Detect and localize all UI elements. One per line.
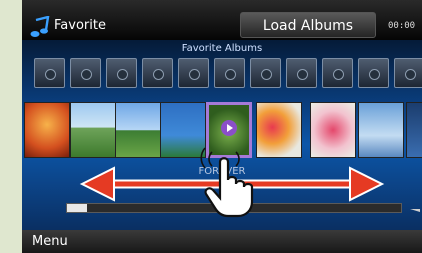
favorite-slot[interactable] — [358, 58, 389, 88]
page-title: Favorite — [54, 18, 106, 33]
slot-indicator — [261, 69, 272, 80]
favorite-slot[interactable] — [34, 58, 65, 88]
slot-indicator — [225, 69, 236, 80]
album-cover[interactable] — [70, 102, 116, 158]
slot-indicator — [333, 69, 344, 80]
slot-indicator — [189, 69, 200, 80]
audio-player-screen: Favorite Load Albums 00:00 Favorite Albu… — [22, 0, 422, 253]
album-cover[interactable] — [160, 102, 206, 158]
favorite-albums-label: Favorite Albums — [181, 43, 263, 54]
slot-indicator — [45, 69, 56, 80]
album-cover[interactable] — [406, 102, 422, 158]
menu-button[interactable]: Menu — [32, 234, 68, 249]
favorite-slot[interactable] — [250, 58, 281, 88]
title-bar: Favorite Load Albums 00:00 — [22, 0, 422, 40]
clock: 00:00 — [388, 21, 416, 31]
music-note-icon — [30, 16, 50, 37]
slot-indicator — [405, 69, 416, 80]
album-cover[interactable] — [310, 102, 356, 158]
favorite-slot[interactable] — [394, 58, 422, 88]
album-cover[interactable] — [358, 102, 404, 158]
progress-fill — [67, 204, 88, 212]
scroll-arrow-icon[interactable] — [408, 200, 422, 214]
load-albums-button[interactable]: Load Albums — [240, 12, 376, 38]
play-icon[interactable] — [221, 120, 237, 136]
favorite-slot[interactable] — [70, 58, 101, 88]
bottom-bar — [22, 230, 422, 253]
favorite-slot[interactable] — [286, 58, 317, 88]
progress-bar[interactable] — [66, 203, 402, 213]
artist-name: RAINBOWED — [190, 180, 254, 191]
album-cover[interactable] — [24, 102, 70, 158]
favorite-slot[interactable] — [106, 58, 137, 88]
album-cover[interactable] — [115, 102, 161, 158]
favorite-slot[interactable] — [214, 58, 245, 88]
album-cover[interactable] — [206, 102, 252, 158]
track-title: FOREVER — [198, 166, 246, 177]
favorite-slot[interactable] — [142, 58, 173, 88]
slot-indicator — [369, 69, 380, 80]
favorite-slot[interactable] — [322, 58, 353, 88]
slot-indicator — [153, 69, 164, 80]
slot-indicator — [297, 69, 308, 80]
slot-indicator — [117, 69, 128, 80]
album-cover[interactable] — [256, 102, 302, 158]
slot-indicator — [81, 69, 92, 80]
favorite-slot[interactable] — [178, 58, 209, 88]
